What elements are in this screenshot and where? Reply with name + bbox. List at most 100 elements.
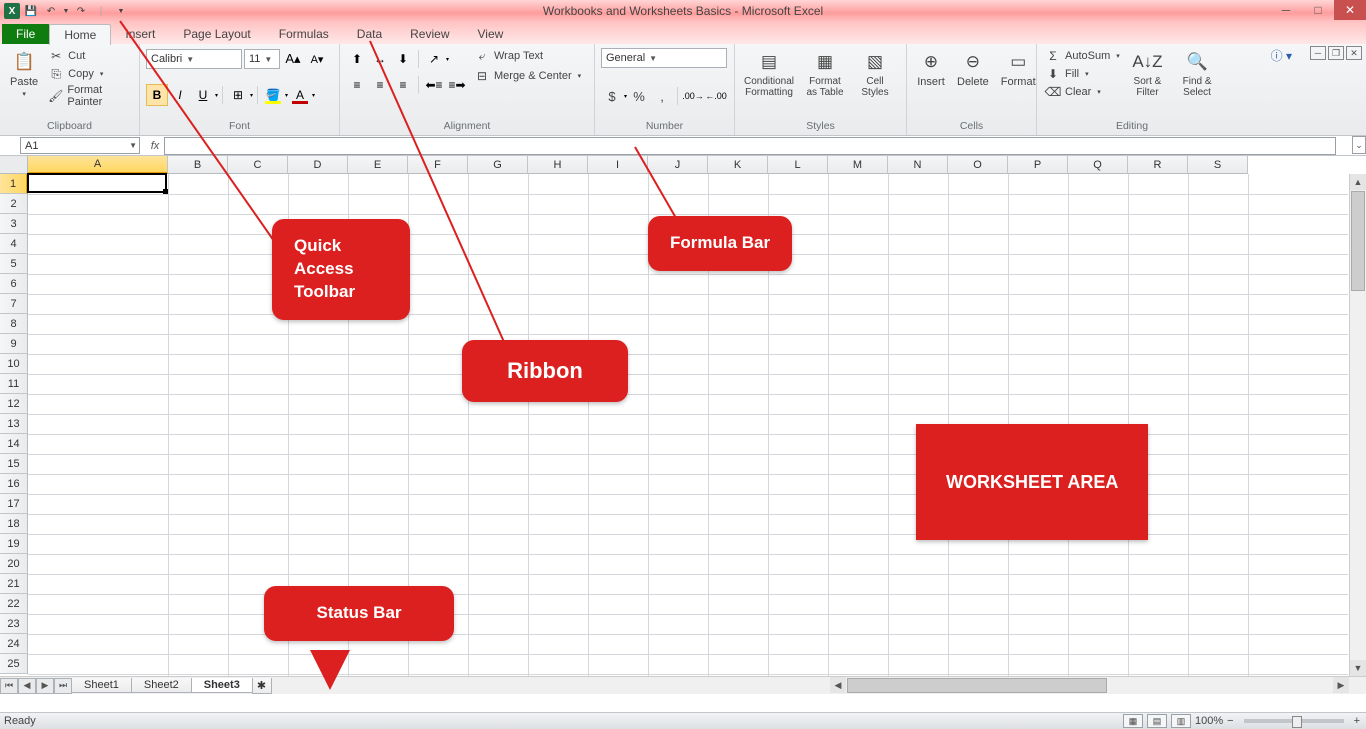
column-header[interactable]: A bbox=[28, 156, 168, 174]
column-header[interactable]: S bbox=[1188, 156, 1248, 174]
percent-button[interactable]: % bbox=[628, 85, 650, 107]
accounting-button[interactable]: $ bbox=[601, 85, 623, 107]
border-more-icon[interactable]: ▾ bbox=[250, 92, 253, 99]
tab-home[interactable]: Home bbox=[49, 24, 111, 45]
column-header[interactable]: K bbox=[708, 156, 768, 174]
autosum-button[interactable]: ΣAutoSum▾ bbox=[1043, 48, 1122, 64]
tab-page-layout[interactable]: Page Layout bbox=[169, 24, 264, 44]
row-header[interactable]: 3 bbox=[0, 214, 28, 234]
column-header[interactable]: R bbox=[1128, 156, 1188, 174]
column-header[interactable]: O bbox=[948, 156, 1008, 174]
scroll-right-icon[interactable]: ▶ bbox=[1333, 677, 1349, 693]
column-header[interactable]: G bbox=[468, 156, 528, 174]
number-format-combo[interactable]: General▼ bbox=[601, 48, 727, 68]
underline-more-icon[interactable]: ▾ bbox=[215, 92, 218, 99]
workbook-minimize-button[interactable]: ─ bbox=[1310, 46, 1326, 60]
page-break-view-button[interactable]: ▥ bbox=[1171, 714, 1191, 728]
tab-nav-prev-button[interactable]: ◀ bbox=[18, 678, 36, 694]
row-header[interactable]: 8 bbox=[0, 314, 28, 334]
maximize-button[interactable]: □ bbox=[1302, 0, 1334, 20]
conditional-formatting-button[interactable]: ▤Conditional Formatting bbox=[741, 48, 797, 100]
column-header[interactable]: Q bbox=[1068, 156, 1128, 174]
fill-button[interactable]: ⬇Fill▾ bbox=[1043, 66, 1122, 82]
cut-button[interactable]: ✂Cut bbox=[46, 48, 133, 64]
acct-more-icon[interactable]: ▾ bbox=[624, 93, 627, 100]
workbook-close-button[interactable]: ✕ bbox=[1346, 46, 1362, 60]
qat-save-button[interactable]: 💾 bbox=[22, 2, 40, 20]
zoom-in-button[interactable]: + bbox=[1354, 715, 1360, 727]
row-header[interactable]: 7 bbox=[0, 294, 28, 314]
row-header[interactable]: 24 bbox=[0, 634, 28, 654]
row-header[interactable]: 22 bbox=[0, 594, 28, 614]
expand-formula-bar-button[interactable]: ⌄ bbox=[1352, 136, 1366, 154]
row-header[interactable]: 20 bbox=[0, 554, 28, 574]
column-header[interactable]: C bbox=[228, 156, 288, 174]
tab-nav-last-button[interactable]: ⏭ bbox=[54, 678, 72, 694]
row-header[interactable]: 17 bbox=[0, 494, 28, 514]
tab-review[interactable]: Review bbox=[396, 24, 463, 44]
tab-formulas[interactable]: Formulas bbox=[265, 24, 343, 44]
column-header[interactable]: M bbox=[828, 156, 888, 174]
shrink-font-button[interactable]: A▾ bbox=[306, 48, 328, 70]
format-cells-button[interactable]: ▭Format bbox=[997, 48, 1040, 90]
font-name-combo[interactable]: Calibri▼ bbox=[146, 49, 242, 69]
workbook-restore-button[interactable]: ❐ bbox=[1328, 46, 1344, 60]
normal-view-button[interactable]: ▦ bbox=[1123, 714, 1143, 728]
row-header[interactable]: 11 bbox=[0, 374, 28, 394]
sheet-tab-2[interactable]: Sheet2 bbox=[131, 678, 192, 693]
column-header[interactable]: F bbox=[408, 156, 468, 174]
row-header[interactable]: 4 bbox=[0, 234, 28, 254]
column-header[interactable]: I bbox=[588, 156, 648, 174]
tab-insert[interactable]: Insert bbox=[111, 24, 169, 44]
align-left-button[interactable]: ≡ bbox=[346, 74, 368, 96]
align-right-button[interactable]: ≡ bbox=[392, 74, 414, 96]
new-sheet-button[interactable]: ✱ bbox=[252, 678, 272, 694]
row-header[interactable]: 1 bbox=[0, 174, 28, 194]
row-header[interactable]: 2 bbox=[0, 194, 28, 214]
row-header[interactable]: 6 bbox=[0, 274, 28, 294]
row-header[interactable]: 16 bbox=[0, 474, 28, 494]
row-header[interactable]: 10 bbox=[0, 354, 28, 374]
increase-indent-button[interactable]: ≡➡ bbox=[446, 74, 468, 96]
qat-undo-button[interactable]: ↶ bbox=[42, 2, 60, 20]
format-painter-button[interactable]: 🖌Format Painter bbox=[46, 84, 133, 108]
orient-more-icon[interactable]: ▾ bbox=[446, 56, 449, 63]
decrease-decimal-button[interactable]: ←.00 bbox=[705, 85, 727, 107]
increase-decimal-button[interactable]: .00→ bbox=[682, 85, 704, 107]
font-size-combo[interactable]: 11▼ bbox=[244, 49, 280, 69]
sheet-tab-1[interactable]: Sheet1 bbox=[71, 678, 132, 693]
find-select-button[interactable]: 🔍Find & Select bbox=[1173, 48, 1221, 100]
row-header[interactable]: 18 bbox=[0, 514, 28, 534]
align-top-button[interactable]: ⬆ bbox=[346, 48, 368, 70]
border-button[interactable]: ⊞ bbox=[227, 84, 249, 106]
vertical-scrollbar[interactable]: ▲ ▼ bbox=[1349, 174, 1366, 676]
row-header[interactable]: 9 bbox=[0, 334, 28, 354]
comma-button[interactable]: , bbox=[651, 85, 673, 107]
row-header[interactable]: 19 bbox=[0, 534, 28, 554]
grow-font-button[interactable]: A▴ bbox=[282, 48, 304, 70]
row-header[interactable]: 13 bbox=[0, 414, 28, 434]
format-as-table-button[interactable]: ▦Format as Table bbox=[801, 48, 849, 100]
scroll-thumb[interactable] bbox=[847, 678, 1107, 693]
name-box[interactable]: A1▼ bbox=[20, 137, 140, 154]
column-header[interactable]: N bbox=[888, 156, 948, 174]
orientation-button[interactable]: ↗ bbox=[423, 48, 445, 70]
column-header[interactable]: D bbox=[288, 156, 348, 174]
zoom-slider[interactable] bbox=[1244, 719, 1344, 723]
column-header[interactable]: J bbox=[648, 156, 708, 174]
row-header[interactable]: 12 bbox=[0, 394, 28, 414]
align-bottom-button[interactable]: ⬇ bbox=[392, 48, 414, 70]
page-layout-view-button[interactable]: ▤ bbox=[1147, 714, 1167, 728]
tab-file[interactable]: File bbox=[2, 24, 49, 44]
delete-cells-button[interactable]: ⊖Delete bbox=[953, 48, 993, 90]
zoom-out-button[interactable]: − bbox=[1227, 715, 1233, 727]
row-header[interactable]: 23 bbox=[0, 614, 28, 634]
cell-styles-button[interactable]: ▧Cell Styles bbox=[853, 48, 897, 100]
underline-button[interactable]: U bbox=[192, 84, 214, 106]
column-header[interactable]: L bbox=[768, 156, 828, 174]
fill-color-button[interactable]: 🪣 bbox=[262, 84, 284, 106]
column-header[interactable]: E bbox=[348, 156, 408, 174]
scroll-down-icon[interactable]: ▼ bbox=[1350, 660, 1366, 676]
tab-nav-first-button[interactable]: ⏮ bbox=[0, 678, 18, 694]
column-header[interactable]: H bbox=[528, 156, 588, 174]
